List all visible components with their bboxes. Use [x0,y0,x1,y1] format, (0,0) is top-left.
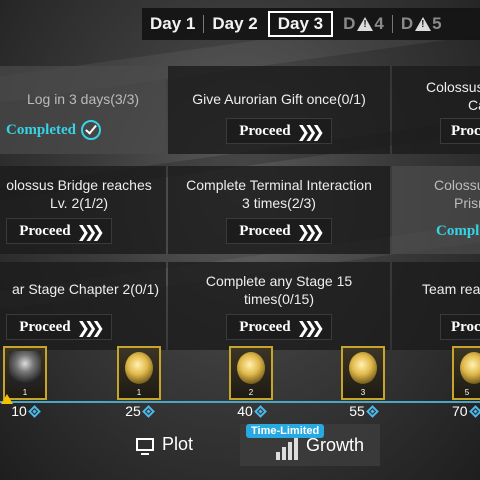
milestone-value: 55 [349,403,365,419]
reward-count: 3 [360,388,366,397]
nav-plot[interactable]: Plot [136,426,216,462]
task-text: Log in 3 days(3/3) [26,91,140,107]
monitor-icon [136,437,154,455]
proceed-button[interactable]: Proce [440,118,480,144]
reward-chest[interactable]: 3 [341,346,385,400]
diamond-icon [141,404,155,418]
proceed-label: Proceed [19,222,71,239]
task-text: Complete Terminal Interaction 3 times(2/… [186,177,372,211]
task-card: Colossus Ca Proce [392,66,480,154]
completed-label: Completed [6,121,76,138]
diamond-icon [27,404,41,418]
tab-day-5-label: D [400,14,414,33]
milestone-value: 70 [452,403,468,419]
task-card: Complete Terminal Interaction 3 times(2/… [168,166,390,254]
reward-chest-character[interactable]: 1 [1,346,47,404]
chevron-right-icon: ❯❯❯ [296,317,325,337]
chevron-right-icon: ❯❯❯ [76,221,105,241]
milestone-points: 70 [448,403,480,419]
diamond-icon [468,404,480,418]
check-icon [81,120,101,140]
proceed-button[interactable]: Proceed ❯❯❯ [226,218,332,244]
milestone-value: 25 [125,403,141,419]
task-card: Give Aurorian Gift once(0/1) Proceed ❯❯❯ [168,66,390,154]
milestone-points: 55 [338,403,388,419]
bar-chart-icon [276,438,300,460]
proceed-label: Proce [451,122,480,139]
tab-day-4-label: D [343,14,356,33]
chevron-right-icon: ❯❯❯ [296,121,325,141]
tab-day-5[interactable]: D 5 [393,11,450,37]
reward-chest[interactable]: 2 [229,346,273,400]
milestone-points: 40 [226,403,276,419]
task-text-line2: Ca [468,97,480,113]
proceed-label: Proceed [239,318,291,335]
task-text: Colossu [434,177,480,193]
warning-icon [415,17,432,31]
milestone-points: 10 [0,403,50,419]
reward-item-icon [349,352,377,384]
tab-day-2[interactable]: Day 2 [204,11,265,37]
milestone-value: 10 [11,403,27,419]
task-card: Colossu Prism Compl [392,166,480,254]
task-text: Team reac [422,281,480,297]
tab-day-5-number: 5 [432,14,442,33]
milestone-value: 40 [237,403,253,419]
reward-count: 5 [464,388,470,397]
proceed-button[interactable]: Proceed ❯❯❯ [6,314,112,340]
reward-item-icon [237,352,265,384]
reward-chest[interactable]: 5 [452,346,480,400]
reward-count: 2 [248,388,254,397]
proceed-button[interactable]: Proceed ❯❯❯ [226,314,332,340]
completed-status: Completed [6,120,101,140]
task-text: Give Aurorian Gift once(0/1) [192,91,366,107]
proceed-label: Proce [451,318,480,335]
proceed-button[interactable]: Proceed ❯❯❯ [226,118,332,144]
task-card: olossus Bridge reaches Lv. 2(1/2) Procee… [0,166,166,254]
warning-icon [357,17,374,31]
task-text: Complete any Stage 15 times(0/15) [205,273,353,307]
character-portrait [9,351,41,387]
diamond-icon [365,404,379,418]
chevron-right-icon: ❯❯❯ [76,317,105,337]
task-text-line2: Prism [454,195,480,211]
diamond-icon [253,404,267,418]
task-card: ar Stage Chapter 2(0/1) Proceed ❯❯❯ [0,262,166,350]
reward-item-icon [460,352,480,384]
proceed-label: Proceed [19,318,71,335]
tab-day-4[interactable]: D 4 [335,11,392,37]
task-card: Complete any Stage 15 times(0/15) Procee… [168,262,390,350]
task-text: Colossus [426,79,480,95]
completed-label: Compl [436,223,480,239]
milestone-points: 25 [114,403,164,419]
time-limited-badge: Time-Limited [246,424,325,438]
task-card: Log in 3 days(3/3) Completed [0,66,166,154]
tab-day-3[interactable]: Day 3 [267,11,334,37]
task-text: ar Stage Chapter 2(0/1) [12,281,160,297]
chevron-right-icon: ❯❯❯ [296,221,325,241]
proceed-button[interactable]: Proceed ❯❯❯ [6,218,112,244]
proceed-label: Proceed [239,122,291,139]
reward-chest[interactable]: 1 [117,346,161,400]
task-card: Team reac Proce [392,262,480,350]
tab-day-4-number: 4 [374,14,384,33]
completed-status: Compl [436,223,479,240]
day-tab-bar: Day 1 Day 2 Day 3 D 4 D 5 [142,8,480,40]
proceed-button[interactable]: Proce [440,314,480,340]
proceed-label: Proceed [239,222,291,239]
nav-plot-label: Plot [162,433,194,454]
tab-day-1[interactable]: Day 1 [142,11,203,37]
task-text: olossus Bridge reaches Lv. 2(1/2) [6,177,152,211]
reward-item-icon [125,352,153,384]
reward-count: 1 [136,388,142,397]
